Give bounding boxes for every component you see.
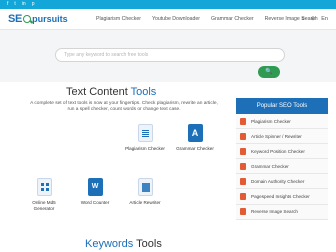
tool-tile-md5[interactable]: Online Md5 Generator bbox=[24, 178, 64, 211]
globe-icon[interactable]: ⊕ bbox=[311, 16, 316, 22]
tool-icon bbox=[240, 193, 246, 201]
popular-tools-list: Plagiarism Checker Article Spinner / Rew… bbox=[236, 114, 328, 220]
section-description: A complete set of text tools is now at y… bbox=[30, 101, 218, 113]
sidebar-item-reverse-image[interactable]: Reverse Image Search bbox=[236, 204, 328, 220]
tool-tile-grammar[interactable]: A Grammar Checker bbox=[175, 124, 215, 152]
main-nav: SE pursuits Plagiarism Checker Youtube D… bbox=[0, 9, 336, 30]
nav-link-plagiarism[interactable]: Plagiarism Checker bbox=[96, 16, 141, 22]
hero-search-section: Type any keyword to search free tools 🔍 bbox=[0, 30, 336, 82]
grammar-a-icon: A bbox=[187, 124, 203, 142]
twitter-icon[interactable]: t bbox=[14, 1, 15, 8]
section-heading-text-tools: Text Content Tools bbox=[66, 86, 157, 98]
section-heading-keywords-tools: Keywords Tools bbox=[85, 238, 162, 250]
search-input[interactable]: Type any keyword to search free tools bbox=[55, 48, 285, 62]
tool-tile-article-rewriter[interactable]: Article Rewriter bbox=[125, 178, 165, 206]
nav-link-youtube-downloader[interactable]: Youtube Downloader bbox=[152, 16, 200, 22]
tool-icon bbox=[240, 132, 246, 140]
social-links: f t in p bbox=[7, 1, 34, 8]
tool-icon bbox=[240, 147, 246, 155]
site-logo[interactable]: SE pursuits bbox=[8, 13, 68, 25]
tool-tile-word-counter[interactable]: W Word Counter bbox=[75, 178, 115, 206]
sidebar-item-domain-authority[interactable]: Domain Authority Checker bbox=[236, 174, 328, 190]
sidebar-item-article-spinner[interactable]: Article Spinner / Rewriter bbox=[236, 129, 328, 145]
nav-icons: ≡ ⊕ En bbox=[301, 16, 328, 22]
sidebar-item-pagespeed[interactable]: Pagespeed Insights Checker bbox=[236, 189, 328, 205]
sidebar-item-grammar[interactable]: Grammar Checker bbox=[236, 159, 328, 175]
sidebar-item-keyword-position[interactable]: Keyword Position Checker bbox=[236, 144, 328, 160]
sidebar-item-plagiarism[interactable]: Plagiarism Checker bbox=[236, 114, 328, 130]
menu-icon[interactable]: ≡ bbox=[301, 16, 304, 22]
grid-icon bbox=[36, 178, 52, 196]
document-icon bbox=[137, 124, 153, 142]
sidebar-title: Popular SEO Tools bbox=[236, 98, 328, 114]
tool-tile-plagiarism[interactable]: Plagiarism Checker bbox=[125, 124, 165, 152]
top-bar: f t in p bbox=[0, 0, 336, 9]
tool-icon bbox=[240, 162, 246, 170]
nav-link-grammar[interactable]: Grammar Checker bbox=[211, 16, 254, 22]
tool-icon bbox=[240, 117, 246, 125]
article-icon bbox=[137, 178, 153, 196]
facebook-icon[interactable]: f bbox=[7, 1, 8, 8]
tool-icon bbox=[240, 208, 246, 216]
search-button[interactable]: 🔍 bbox=[258, 66, 280, 78]
language-selector[interactable]: En bbox=[321, 16, 328, 22]
pinterest-icon[interactable]: p bbox=[32, 1, 35, 8]
tool-icon bbox=[240, 177, 246, 185]
nav-links: Plagiarism Checker Youtube Downloader Gr… bbox=[96, 16, 329, 22]
word-icon: W bbox=[87, 178, 103, 196]
magnifier-logo-icon bbox=[23, 15, 32, 23]
linkedin-icon[interactable]: in bbox=[22, 1, 26, 8]
search-icon: 🔍 bbox=[265, 69, 273, 75]
